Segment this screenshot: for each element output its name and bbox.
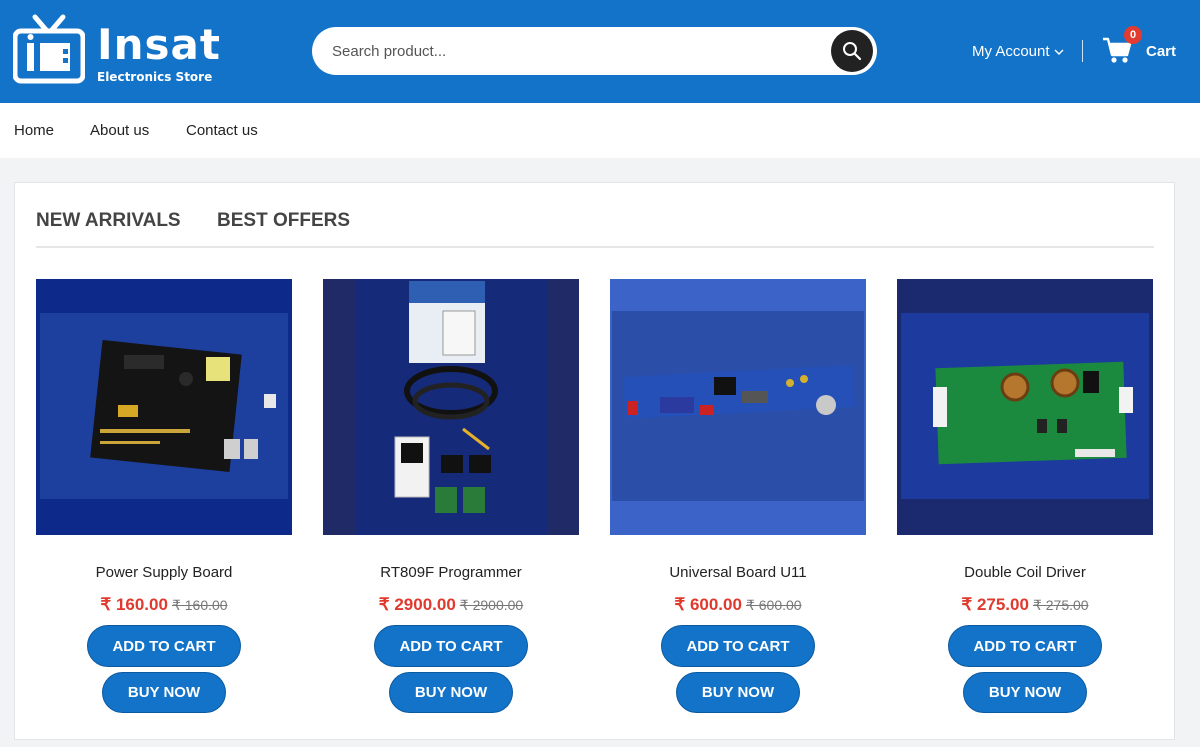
chevron-down-icon <box>1054 49 1064 55</box>
buy-now-button[interactable]: BUY NOW <box>102 672 226 713</box>
tv-icon <box>13 14 85 84</box>
product-name[interactable]: Double Coil Driver <box>897 564 1153 581</box>
tab-new-arrivals[interactable]: NEW ARRIVALS <box>36 210 181 232</box>
current-price: ₹ 275.00 <box>961 595 1029 614</box>
tab-best-offers[interactable]: BEST OFFERS <box>217 210 350 232</box>
nav-contact-us[interactable]: Contact us <box>186 122 258 139</box>
search-icon <box>843 42 862 61</box>
main-nav: Home About us Contact us <box>0 103 1200 158</box>
product-price: ₹ 275.00 ₹ 275.00 <box>897 595 1153 615</box>
search-bar <box>312 27 877 75</box>
account-label: My Account <box>972 43 1050 60</box>
nav-about-us[interactable]: About us <box>90 122 149 139</box>
product-image[interactable] <box>323 279 579 535</box>
buy-now-button[interactable]: BUY NOW <box>963 672 1087 713</box>
product-image[interactable] <box>897 279 1153 535</box>
buy-now-button[interactable]: BUY NOW <box>676 672 800 713</box>
old-price: ₹ 600.00 <box>745 597 802 613</box>
brand-tagline: Electronics Store <box>97 70 213 84</box>
current-price: ₹ 600.00 <box>674 595 742 614</box>
header-divider <box>1082 40 1083 62</box>
old-price: ₹ 2900.00 <box>459 597 524 613</box>
nav-home[interactable]: Home <box>14 122 54 139</box>
tab-divider <box>36 246 1154 248</box>
search-input[interactable] <box>332 37 812 65</box>
product-image[interactable] <box>610 279 866 535</box>
add-to-cart-button[interactable]: ADD TO CART <box>661 625 815 667</box>
current-price: ₹ 2900.00 <box>378 595 456 614</box>
buy-now-button[interactable]: BUY NOW <box>389 672 513 713</box>
store-logo[interactable]: Insat Electronics Store <box>13 13 233 88</box>
product-name[interactable]: Power Supply Board <box>36 564 292 581</box>
site-header: Insat Electronics Store My Account 0 Car… <box>0 0 1200 103</box>
product-price: ₹ 600.00 ₹ 600.00 <box>610 595 866 615</box>
product-price: ₹ 160.00 ₹ 160.00 <box>36 595 292 615</box>
add-to-cart-button[interactable]: ADD TO CART <box>948 625 1102 667</box>
search-button[interactable] <box>831 30 873 72</box>
product-panel: NEW ARRIVALS BEST OFFERS Power Supply Bo… <box>14 182 1175 740</box>
add-to-cart-button[interactable]: ADD TO CART <box>87 625 241 667</box>
product-name[interactable]: Universal Board U11 <box>610 564 866 581</box>
product-name[interactable]: RT809F Programmer <box>323 564 579 581</box>
old-price: ₹ 160.00 <box>171 597 228 613</box>
add-to-cart-button[interactable]: ADD TO CART <box>374 625 528 667</box>
cart-label: Cart <box>1146 43 1177 60</box>
old-price: ₹ 275.00 <box>1032 597 1089 613</box>
product-price: ₹ 2900.00 ₹ 2900.00 <box>323 595 579 615</box>
cart-count-badge: 0 <box>1124 26 1142 44</box>
product-image[interactable] <box>36 279 292 535</box>
current-price: ₹ 160.00 <box>100 595 168 614</box>
my-account-menu[interactable]: My Account <box>972 43 1064 60</box>
brand-name: Insat <box>97 20 221 69</box>
cart-button[interactable]: 0 Cart <box>1102 26 1192 70</box>
